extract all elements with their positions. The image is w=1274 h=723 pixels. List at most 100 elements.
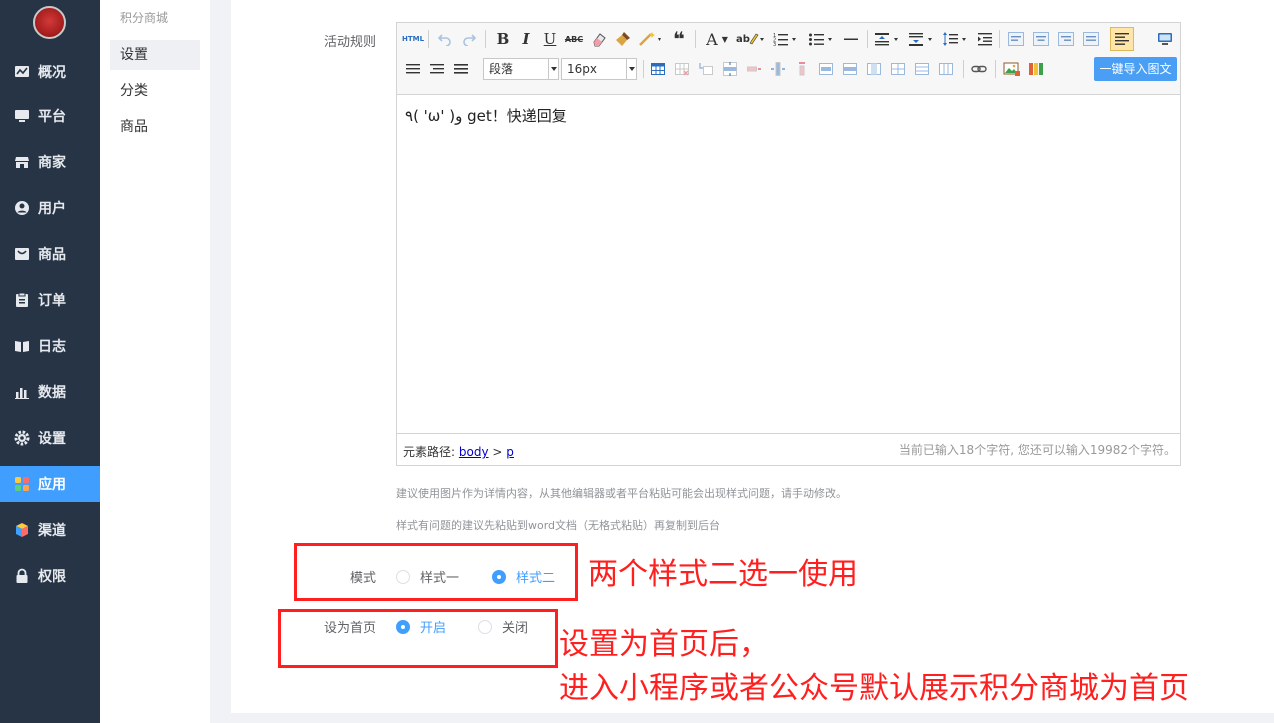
eraser-icon[interactable]: [589, 29, 609, 49]
import-article-button[interactable]: 一键导入图文: [1094, 57, 1177, 81]
font-size-select-value: 16px: [567, 62, 597, 76]
paragraph-spacing-bottom-icon[interactable]: [907, 29, 939, 49]
nav-label: 订单: [38, 293, 66, 309]
subnav-item-category[interactable]: 分类: [110, 76, 200, 106]
annotation-box-mode: [294, 543, 578, 601]
nav-item-settings[interactable]: 设置: [0, 420, 100, 456]
nav-item-permission[interactable]: 权限: [0, 558, 100, 594]
merge-cells-icon[interactable]: [816, 59, 836, 79]
delete-table-icon[interactable]: [672, 59, 692, 79]
italic-button[interactable]: I: [516, 29, 536, 49]
ordered-list-icon[interactable]: 123: [771, 29, 803, 49]
nav-label: 商家: [38, 155, 66, 171]
annotation-note-homepage-line2: 进入小程序或者公众号默认展示积分商城为首页: [559, 671, 1189, 706]
line-height-icon[interactable]: [941, 29, 973, 49]
svg-text:3: 3: [773, 42, 776, 47]
justify-full-icon[interactable]: [451, 59, 471, 79]
justify-left-icon[interactable]: [403, 59, 423, 79]
horizontal-rule-icon[interactable]: [841, 29, 861, 49]
subnav-item-settings[interactable]: 设置: [110, 40, 200, 70]
goods-icon: [14, 246, 30, 262]
delete-row-icon[interactable]: [744, 59, 764, 79]
insert-paragraph-before-table-icon[interactable]: [696, 59, 716, 79]
align-right-icon[interactable]: [1055, 29, 1077, 49]
merge-right-icon[interactable]: [840, 59, 860, 79]
svg-text:ab: ab: [736, 34, 750, 45]
nav-item-merchant[interactable]: 商家: [0, 144, 100, 180]
nav-label: 平台: [38, 109, 66, 125]
nav-item-overview[interactable]: 概况: [0, 54, 100, 90]
justify-right-icon[interactable]: [427, 59, 447, 79]
indent-icon[interactable]: [975, 29, 995, 49]
editor-tip-image: 建议使用图片作为详情内容，从其他编辑器或者平台粘贴可能会出现样式问题，请手动修改…: [396, 487, 847, 500]
gear-icon: [14, 430, 30, 446]
split-cells-icon[interactable]: [888, 59, 908, 79]
annotation-note-mode: 两个样式二选一使用: [588, 557, 858, 592]
subnav-title: 积分商城: [120, 11, 169, 25]
nav-item-log[interactable]: 日志: [0, 328, 100, 364]
align-center-icon[interactable]: [1030, 29, 1052, 49]
insert-table-icon[interactable]: [648, 59, 668, 79]
unordered-list-icon[interactable]: [807, 29, 839, 49]
align-left-icon[interactable]: [1005, 29, 1027, 49]
editor-tip-paste: 样式有问题的建议先粘贴到word文档（无格式粘贴）再复制到后台: [396, 519, 721, 532]
nav-label: 应用: [38, 477, 66, 493]
insert-image-icon[interactable]: [1001, 59, 1023, 79]
split-rows-icon[interactable]: [912, 59, 932, 79]
nav-item-data[interactable]: 数据: [0, 374, 100, 410]
insert-row-icon[interactable]: [720, 59, 740, 79]
apps-icon: [14, 476, 30, 492]
link-icon[interactable]: [968, 59, 990, 79]
subnav-item-goods[interactable]: 商品: [110, 112, 200, 142]
insert-template-icon[interactable]: [1026, 59, 1048, 79]
rich-text-editor[interactable]: HTML B I U ABC ❝ A ▼ ab 123 段落 16px 一键导入…: [396, 22, 1181, 466]
nav-label: 用户: [38, 201, 66, 217]
preview-icon[interactable]: [1154, 29, 1176, 49]
strikethrough-button[interactable]: ABC: [563, 29, 585, 49]
paragraph-spacing-top-icon[interactable]: [873, 29, 905, 49]
redo-icon[interactable]: [459, 29, 479, 49]
font-size-select[interactable]: 16px: [561, 58, 637, 80]
app-logo: [33, 6, 66, 39]
undo-icon[interactable]: [435, 29, 455, 49]
nav-item-user[interactable]: 用户: [0, 190, 100, 226]
html-source-button[interactable]: HTML: [402, 29, 424, 49]
dashboard-icon: [14, 64, 30, 80]
nav-item-apps[interactable]: 应用: [0, 466, 100, 502]
font-color-button[interactable]: A ▼: [703, 29, 731, 49]
highlight-icon[interactable]: ab: [735, 29, 767, 49]
nav-item-goods[interactable]: 商品: [0, 236, 100, 272]
editor-content[interactable]: ٩( 'ω' )و get！快递回复: [405, 105, 567, 126]
log-icon: [14, 338, 30, 354]
nav-label: 渠道: [38, 523, 66, 539]
underline-button[interactable]: U: [540, 29, 560, 49]
format-brush-icon[interactable]: [613, 29, 633, 49]
element-path-label: 元素路径:: [403, 445, 456, 459]
rules-label: 活动规则: [323, 35, 376, 50]
delete-column-icon[interactable]: [792, 59, 812, 79]
chart-icon: [14, 384, 30, 400]
paragraph-select[interactable]: 段落: [483, 58, 559, 80]
font-color-label: A: [706, 29, 718, 49]
nav-item-platform[interactable]: 平台: [0, 98, 100, 134]
align-justify-icon[interactable]: [1080, 29, 1102, 49]
bold-button[interactable]: B: [493, 29, 513, 49]
nav-label: 数据: [38, 385, 66, 401]
element-path-p-link[interactable]: p: [506, 445, 514, 459]
nav-label: 概况: [38, 65, 66, 81]
blockquote-button[interactable]: ❝: [669, 29, 689, 49]
element-path-body-link[interactable]: body: [459, 445, 489, 459]
magic-format-icon[interactable]: [637, 29, 665, 49]
insert-column-icon[interactable]: [768, 59, 788, 79]
paragraph-select-value: 段落: [489, 62, 514, 76]
merge-down-icon[interactable]: [864, 59, 884, 79]
nav-label: 设置: [38, 431, 66, 447]
nav-label: 日志: [38, 339, 66, 355]
nav-item-channel[interactable]: 渠道: [0, 512, 100, 548]
nav-label: 商品: [38, 247, 66, 263]
text-align-active-icon[interactable]: [1110, 27, 1134, 51]
monitor-icon: [14, 108, 30, 124]
nav-item-order[interactable]: 订单: [0, 282, 100, 318]
split-columns-icon[interactable]: [936, 59, 956, 79]
editor-statusbar: 元素路径: body > p 当前已输入18个字符, 您还可以输入19982个字…: [397, 433, 1180, 465]
